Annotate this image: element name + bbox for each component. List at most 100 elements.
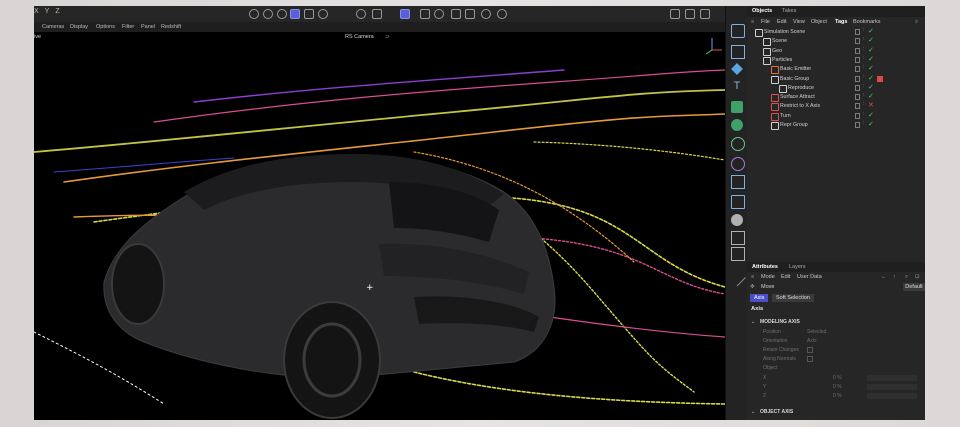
deformer-icon[interactable]: [731, 137, 745, 151]
along-normals-checkbox[interactable]: [807, 356, 813, 362]
scene-icon[interactable]: [731, 195, 745, 209]
red-cube-icon[interactable]: [877, 75, 883, 82]
menu-mode[interactable]: Mode: [761, 274, 775, 280]
window-icon[interactable]: [685, 9, 695, 19]
menu-options[interactable]: Options: [96, 24, 115, 30]
scale-tool-icon[interactable]: [290, 9, 300, 19]
search-icon[interactable]: ⌕: [915, 19, 918, 26]
default-button[interactable]: Default: [903, 283, 925, 291]
search-icon[interactable]: ⌕: [905, 274, 908, 281]
object-axis-title[interactable]: OBJECT AXIS: [760, 409, 793, 415]
tree-row[interactable]: Scene: ✓: [747, 37, 925, 47]
select-tool-icon[interactable]: [731, 24, 745, 38]
visibility-toggle[interactable]: [855, 29, 860, 35]
render-dots-icon[interactable]: :: [863, 37, 864, 42]
render-dots-icon[interactable]: :: [863, 102, 864, 107]
visibility-toggle[interactable]: [855, 84, 860, 91]
primitive-icon[interactable]: [731, 63, 743, 75]
model-mode-icon[interactable]: [304, 9, 314, 19]
chevron-down-icon[interactable]: ⌄: [751, 319, 755, 325]
car-model[interactable]: [103, 154, 556, 419]
points-mode-icon[interactable]: [400, 9, 410, 19]
visibility-toggle[interactable]: [855, 103, 860, 110]
generator-icon[interactable]: [731, 101, 743, 113]
cloner-icon[interactable]: [731, 119, 743, 131]
render-view-icon[interactable]: [451, 9, 461, 19]
enabled-check-icon[interactable]: ✓: [868, 28, 874, 36]
workplane-icon[interactable]: [372, 9, 382, 19]
light-icon[interactable]: [731, 247, 745, 261]
render-settings-icon[interactable]: [465, 9, 475, 19]
menu-object[interactable]: Object: [811, 19, 827, 25]
z-axis-toggle[interactable]: Z: [55, 8, 59, 15]
chevron-down-icon[interactable]: ⌄: [751, 409, 755, 415]
tab-takes[interactable]: Takes: [782, 8, 796, 14]
render-dots-icon[interactable]: :: [863, 28, 864, 33]
fullscreen-icon[interactable]: [700, 9, 710, 19]
visibility-toggle[interactable]: [855, 75, 860, 82]
cube-icon[interactable]: [731, 45, 745, 59]
visibility-toggle[interactable]: [855, 56, 860, 63]
brush-icon[interactable]: [728, 268, 746, 287]
rotate-tool-icon[interactable]: [277, 9, 287, 19]
soft-selection-tab-button[interactable]: Soft Selection: [772, 294, 814, 302]
tree-row[interactable]: Turn: ✓: [747, 111, 925, 121]
back-arrow-icon[interactable]: ←: [881, 274, 887, 280]
x-axis-toggle[interactable]: X: [34, 8, 39, 15]
coord-x-value[interactable]: 0 %: [833, 375, 842, 381]
visibility-toggle[interactable]: [855, 38, 860, 45]
axis-tab-button[interactable]: Axis: [750, 294, 769, 302]
camera-link-icon[interactable]: ⊃: [385, 34, 390, 40]
prop-orientation-value[interactable]: Axis: [807, 338, 816, 344]
tree-row[interactable]: Particles: ✓: [747, 55, 925, 65]
retain-changes-checkbox[interactable]: [807, 347, 813, 353]
move-tool-icon[interactable]: [263, 9, 273, 19]
enabled-check-icon[interactable]: ✓: [868, 93, 874, 101]
prop-position-value[interactable]: Selected: [807, 329, 826, 335]
snap-icon[interactable]: [356, 9, 366, 19]
menu-redshift[interactable]: Redshift: [161, 24, 181, 30]
tab-layers[interactable]: Layers: [789, 264, 806, 270]
render-dots-icon[interactable]: :: [863, 55, 864, 60]
polygons-mode-icon[interactable]: [434, 9, 444, 19]
menu-edit[interactable]: Edit: [777, 19, 786, 25]
render-dots-icon[interactable]: :: [863, 121, 864, 126]
render-dots-icon[interactable]: :: [863, 65, 864, 70]
visibility-toggle[interactable]: [855, 47, 860, 54]
visibility-toggle[interactable]: [855, 122, 860, 128]
render-dots-icon[interactable]: :: [863, 111, 864, 116]
tree-row[interactable]: Restrict to X Axis: ✕: [747, 102, 925, 112]
enabled-check-icon[interactable]: ✓: [868, 84, 874, 92]
tab-objects[interactable]: Objects: [752, 8, 772, 14]
tree-row[interactable]: Basic Group: ✓: [747, 74, 925, 84]
render-dots-icon[interactable]: :: [863, 74, 864, 79]
hamburger-icon[interactable]: ≡: [751, 19, 754, 25]
tree-row[interactable]: Basic Emitter: ✓: [747, 65, 925, 75]
render-queue-icon[interactable]: [481, 9, 491, 19]
spline-icon[interactable]: [731, 175, 745, 189]
play-icon[interactable]: [497, 9, 507, 19]
menu-panel[interactable]: Panel: [141, 24, 155, 30]
enabled-check-icon[interactable]: ✓: [868, 37, 874, 45]
render-dots-icon[interactable]: :: [863, 83, 864, 88]
render-dots-icon[interactable]: :: [863, 46, 864, 51]
enabled-check-icon[interactable]: ✓: [868, 56, 874, 64]
edges-mode-icon[interactable]: [420, 9, 430, 19]
y-axis-toggle[interactable]: Y: [45, 8, 50, 15]
menu-file[interactable]: File: [761, 19, 770, 25]
modeling-axis-title[interactable]: MODELING AXIS: [760, 319, 800, 325]
tab-attributes[interactable]: Attributes: [752, 264, 778, 270]
coord-y-slider[interactable]: [867, 384, 917, 390]
menu-display[interactable]: Display: [70, 24, 88, 30]
object-mode-icon[interactable]: [318, 9, 328, 19]
field-icon[interactable]: [731, 157, 745, 171]
enabled-check-icon[interactable]: ✓: [868, 65, 874, 73]
up-arrow-icon[interactable]: ↑: [893, 274, 896, 280]
tree-row[interactable]: Reproduce: ✓: [747, 83, 925, 93]
menu-user-data[interactable]: User Data: [797, 274, 822, 280]
material-icon[interactable]: [731, 214, 743, 226]
disabled-cross-icon[interactable]: ✕: [868, 102, 874, 110]
lock-icon[interactable]: ⊡: [915, 274, 920, 280]
menu-filter[interactable]: Filter: [122, 24, 134, 30]
coord-y-value[interactable]: 0 %: [833, 384, 842, 390]
